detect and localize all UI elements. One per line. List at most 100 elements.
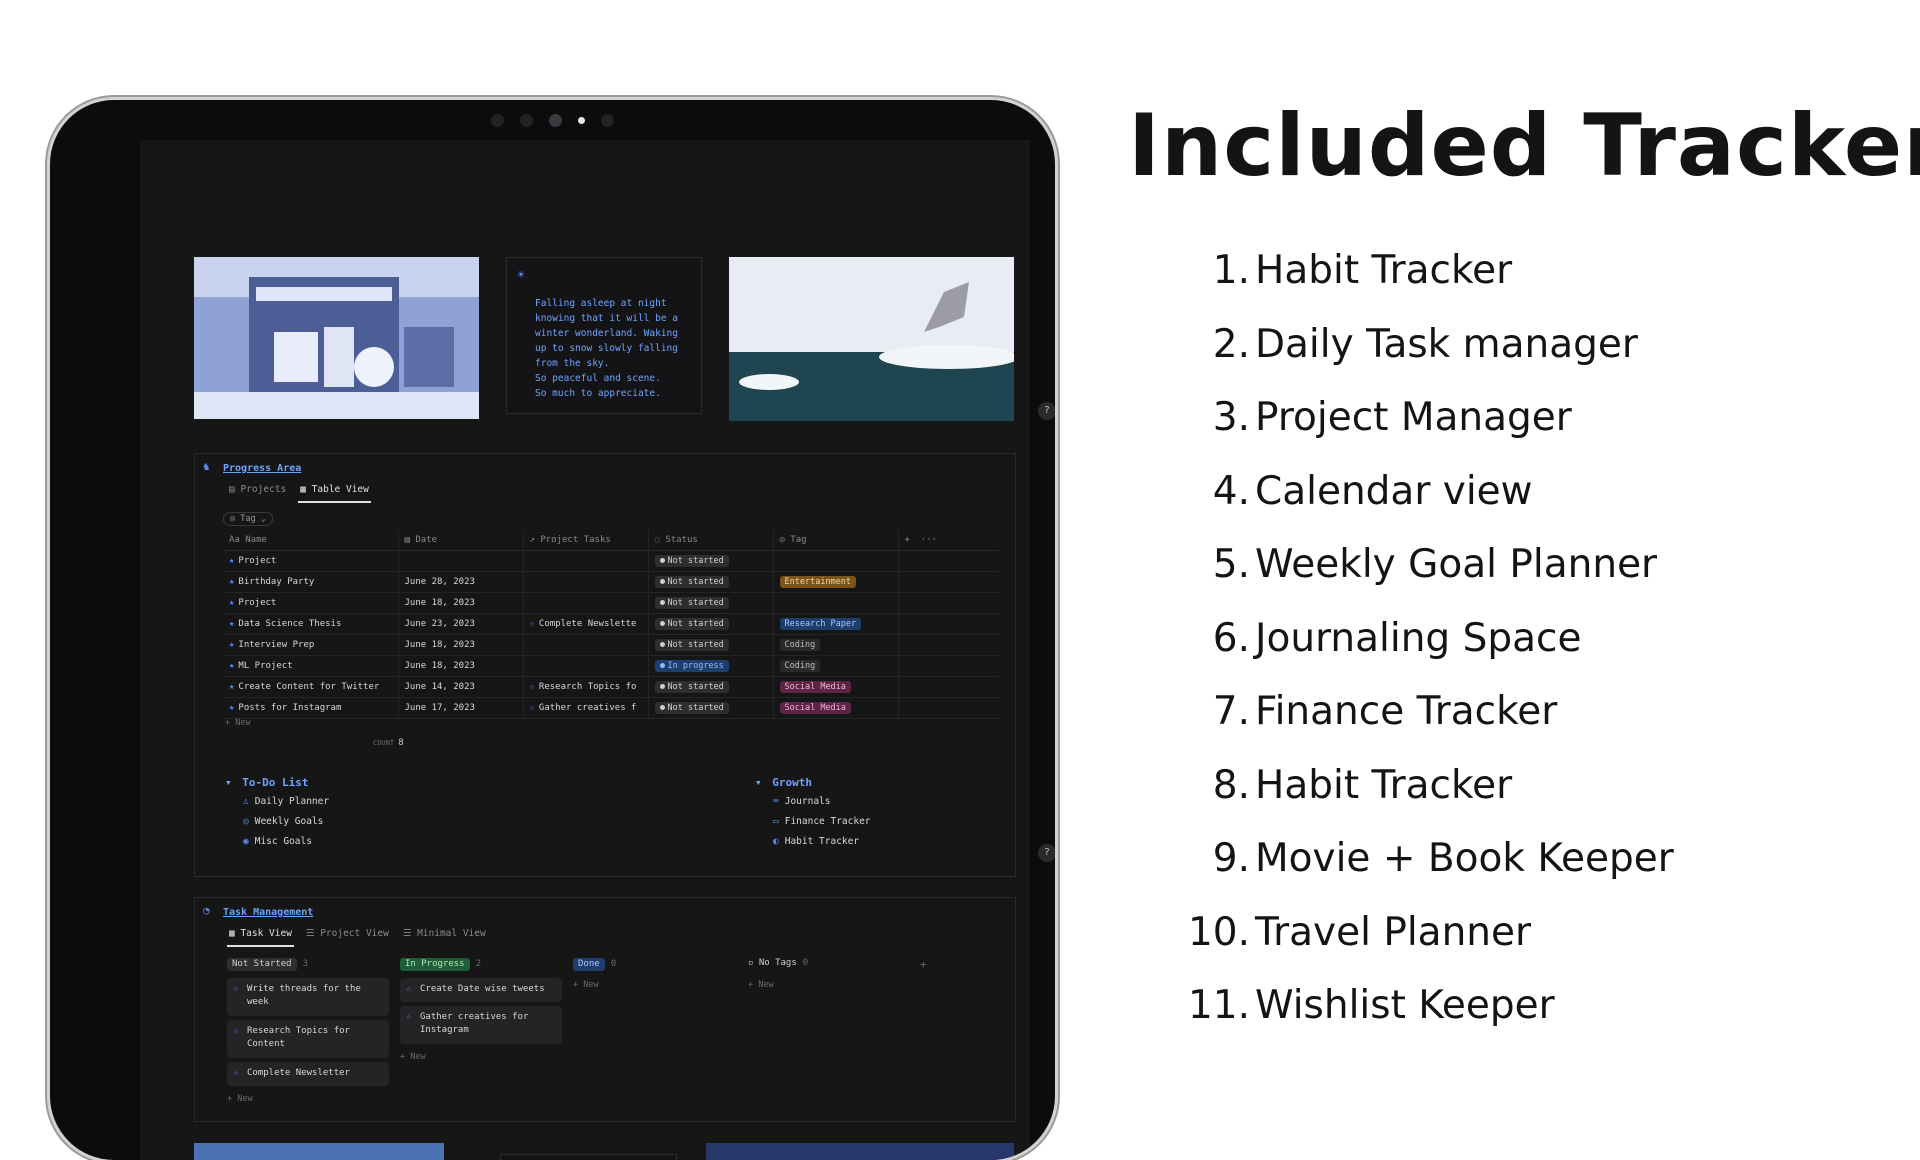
cell-name[interactable]: ★ Posts for Instagram — [223, 697, 398, 719]
col-status[interactable]: ◌ Status — [647, 530, 773, 551]
cell-task[interactable] — [522, 655, 648, 677]
cell-status[interactable]: Not started — [647, 550, 773, 572]
cell-tag[interactable] — [772, 592, 898, 614]
cell-status[interactable]: Not started — [647, 571, 773, 593]
weekly-goals-link[interactable]: ◎ Weekly Goals — [243, 816, 323, 827]
cell-status[interactable]: Not started — [647, 592, 773, 614]
table-row[interactable]: ★ Project June 18, 2023 Not started — [223, 592, 999, 614]
task-card[interactable]: ☆ Write threads for the week — [227, 978, 389, 1016]
cell-name[interactable]: ★ Project — [223, 592, 398, 614]
progress-icon: ♞ — [203, 460, 210, 473]
finance-tracker-link[interactable]: ▭ Finance Tracker — [773, 816, 871, 827]
cell-task[interactable]: ☆ Gather creatives f — [522, 697, 648, 719]
cell-tag[interactable]: Social Media — [772, 676, 898, 698]
cell-tag[interactable]: Coding — [772, 634, 898, 656]
cell-date[interactable]: June 14, 2023 — [397, 676, 523, 698]
growth-toggle[interactable]: ▾ Growth — [755, 776, 812, 789]
add-group-button[interactable]: + — [920, 958, 927, 971]
cell-date[interactable]: June 18, 2023 — [397, 592, 523, 614]
cell-status[interactable]: Not started — [647, 697, 773, 719]
table-row[interactable]: ★ Create Content for Twitter June 14, 2023… — [223, 676, 999, 698]
status-label: Not started — [667, 682, 724, 692]
table-row[interactable]: ★ Posts for Instagram June 17, 2023 ☆ Gather… — [223, 697, 999, 719]
task-card[interactable]: ☆ Gather creatives for Instagram — [400, 1006, 562, 1044]
daily-planner-link[interactable]: ♙ Daily Planner — [243, 796, 329, 807]
table-row[interactable]: ★ ML Project June 18, 2023 In progress Codin… — [223, 655, 999, 677]
tracker-number: 1. — [1212, 248, 1250, 293]
cell-status[interactable]: In progress — [647, 655, 773, 677]
col-tasks[interactable]: ↗ Project Tasks — [522, 530, 648, 551]
cell-name[interactable]: ★ Birthday Party — [223, 571, 398, 593]
cell-date[interactable]: June 18, 2023 — [397, 655, 523, 677]
misc-goals-link[interactable]: ◉ Misc Goals — [243, 836, 312, 847]
new-card-button[interactable]: + New — [573, 980, 599, 990]
todo-toggle[interactable]: ▾ To-Do List — [225, 776, 308, 789]
cell-status[interactable]: Not started — [647, 613, 773, 635]
table-row[interactable]: ★ Birthday Party June 28, 2023 Not started E… — [223, 571, 999, 593]
cell-empty — [897, 676, 999, 698]
cell-task[interactable] — [522, 550, 648, 572]
task-management-title[interactable]: Task Management — [223, 907, 313, 918]
table-row[interactable]: ★ Data Science Thesis June 23, 2023 ☆ Comple… — [223, 613, 999, 635]
new-card-button[interactable]: + New — [400, 1052, 426, 1062]
tab-table-view[interactable]: ▦ Table View — [298, 482, 371, 503]
status-dot — [659, 579, 665, 584]
task-card[interactable]: ☆ Complete Newsletter — [227, 1062, 389, 1086]
cell-tag[interactable]: Coding — [772, 655, 898, 677]
table-row[interactable]: ★ Interview Prep June 18, 2023 Not started C… — [223, 634, 999, 656]
cell-name[interactable]: ★ Create Content for Twitter — [223, 676, 398, 698]
task-card[interactable]: ☆ Create Date wise tweets — [400, 978, 562, 1002]
cell-empty — [897, 634, 999, 656]
cell-status[interactable]: Not started — [647, 676, 773, 698]
journals-link[interactable]: ⌨ Journals — [773, 796, 831, 807]
tab-projects[interactable]: ▤ Projects — [227, 482, 288, 503]
more-button[interactable]: ··· — [921, 535, 937, 545]
table-row[interactable]: ★ Project Not started — [223, 550, 999, 572]
cell-date[interactable]: June 18, 2023 — [397, 634, 523, 656]
tab-project-view[interactable]: ☰ Project View — [304, 926, 391, 947]
cell-name[interactable]: ★ ML Project — [223, 655, 398, 677]
cell-tag[interactable] — [772, 550, 898, 572]
cell-tag[interactable]: Entertainment — [772, 571, 898, 593]
help-button[interactable]: ? — [1038, 402, 1055, 420]
task-card-label: Research Topics for Content — [247, 1026, 350, 1049]
col-date[interactable]: ▤ Date — [397, 530, 523, 551]
task-card[interactable]: ☆ Research Topics for Content — [227, 1020, 389, 1058]
tracker-name: Daily Task manager — [1255, 321, 1638, 367]
tab-minimal-view[interactable]: ☰ Minimal View — [401, 926, 488, 947]
star-icon: ☆ — [233, 1026, 239, 1036]
status-label: Not started — [667, 703, 724, 713]
cell-status[interactable]: Not started — [647, 634, 773, 656]
cell-date[interactable]: June 28, 2023 — [397, 571, 523, 593]
cell-date[interactable] — [397, 550, 523, 572]
tab-task-view[interactable]: ▦ Task View — [227, 926, 294, 947]
progress-area-title[interactable]: Progress Area — [223, 463, 301, 474]
new-card-button[interactable]: + New — [748, 980, 774, 990]
cell-name[interactable]: ★ Data Science Thesis — [223, 613, 398, 635]
cell-task[interactable]: ☆ Research Topics fo — [522, 676, 648, 698]
col-tag[interactable]: ◎ Tag — [772, 530, 898, 551]
tag-filter[interactable]: ◎ Tag ⌄ — [223, 512, 273, 526]
new-card-button[interactable]: + New — [227, 1094, 253, 1104]
cell-date[interactable]: June 23, 2023 — [397, 613, 523, 635]
add-column-button[interactable]: + — [905, 535, 910, 545]
cell-name[interactable]: ★ Project — [223, 550, 398, 572]
col-tag-label: Tag — [790, 535, 807, 545]
cell-task[interactable] — [522, 592, 648, 614]
status-label: Not started — [667, 556, 724, 566]
cell-task[interactable] — [522, 634, 648, 656]
habit-tracker-link[interactable]: ◐ Habit Tracker — [773, 836, 859, 847]
column-no-tags: ▫ No Tags 0 — [748, 958, 808, 968]
tracker-number: 8. — [1212, 762, 1250, 808]
cell-date[interactable]: June 17, 2023 — [397, 697, 523, 719]
cell-task[interactable] — [522, 571, 648, 593]
new-row-button[interactable]: + New — [225, 718, 251, 728]
star-icon: ☆ — [406, 1012, 412, 1022]
help-button-2[interactable]: ? — [1038, 844, 1055, 862]
col-name[interactable]: Aa Name — [223, 530, 398, 551]
cell-tag[interactable]: Social Media — [772, 697, 898, 719]
cell-name[interactable]: ★ Interview Prep — [223, 634, 398, 656]
row-task: Research Topics fo — [538, 682, 637, 692]
cell-tag[interactable]: Research Paper — [772, 613, 898, 635]
cell-task[interactable]: ☆ Complete Newslette — [522, 613, 648, 635]
